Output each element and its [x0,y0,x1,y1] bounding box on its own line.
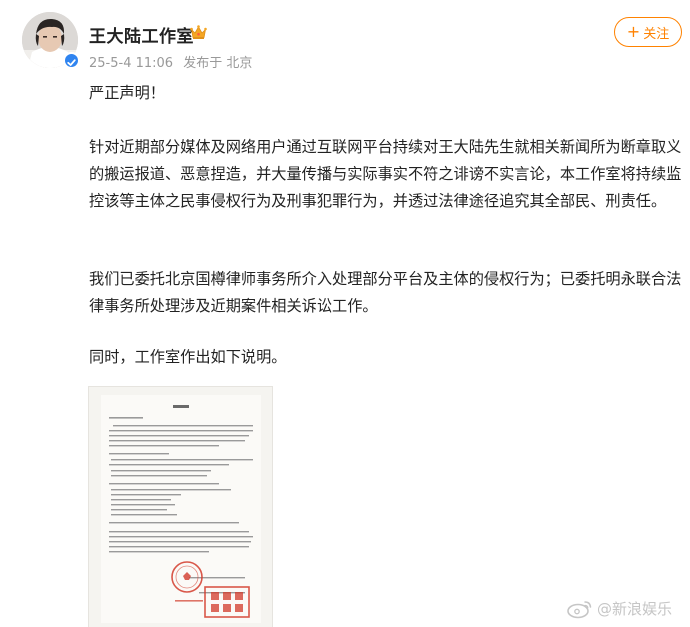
weibo-logo-icon [567,600,592,618]
weibo-post: 王大陆工作室 25-5-4 11:06 发布于 北京 + 关注 严正声明！ 针对… [0,0,690,627]
post-paragraph-4: 同时，工作室作出如下说明。 [89,348,287,366]
statement-document-image[interactable] [89,387,272,627]
document-thumbnail [89,387,272,627]
post-paragraph-2: 针对近期部分媒体及网络用户通过互联网平台持续对王大陆先生就相关新闻所为断章取义的… [89,138,682,210]
follow-label: 关注 [643,26,670,42]
post-timestamp[interactable]: 25-5-4 11:06 [89,56,173,71]
post-location: 发布于 北京 [183,56,253,71]
post-paragraph-3: 我们已委托北京国樽律师事务所介入处理部分平台及主体的侵权行为；已委托明永联合法律… [89,270,682,315]
watermark-text: @新浪娱乐 [597,600,673,618]
avatar-container[interactable] [22,12,80,69]
plus-icon: + [626,22,641,41]
verified-badge-icon [63,52,80,69]
username[interactable]: 王大陆工作室 [89,22,194,47]
watermark: @新浪娱乐 [567,598,672,619]
follow-button[interactable]: + 关注 [614,17,682,47]
post-meta: 25-5-4 11:06 发布于 北京 [89,52,258,71]
post-paragraph-1: 严正声明！ [89,84,165,102]
crown-icon [190,25,207,39]
